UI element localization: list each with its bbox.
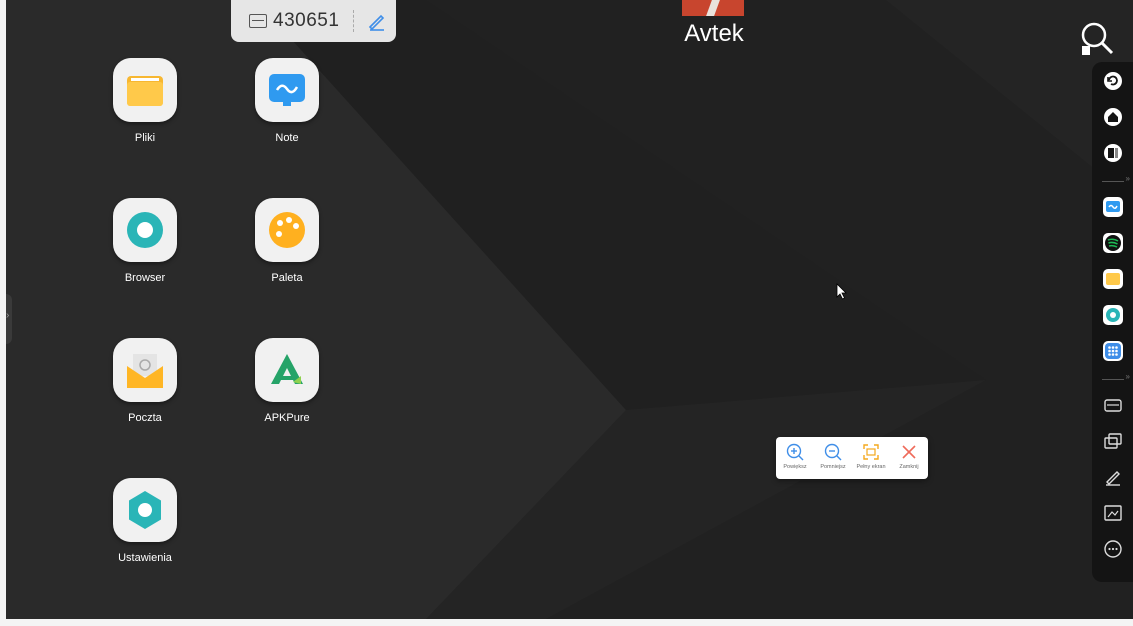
screenshot-icon: [1104, 505, 1122, 521]
home-icon: [1104, 108, 1122, 126]
app-browser[interactable]: Browser: [90, 198, 200, 284]
browser-icon: [113, 198, 177, 262]
app-poczta[interactable]: Poczta: [90, 338, 200, 424]
dock-files-app[interactable]: [1100, 266, 1126, 292]
apkpure-icon: [255, 338, 319, 402]
dock-pen-button[interactable]: [1100, 464, 1126, 490]
id-card-icon: [1104, 399, 1122, 412]
note-app-icon: [1103, 197, 1123, 217]
dock-browser-app[interactable]: [1100, 302, 1126, 328]
app-label: Pliki: [134, 132, 156, 144]
screen-share-icon: [1104, 433, 1122, 449]
divider: [353, 10, 355, 32]
app-label: Browser: [124, 272, 166, 284]
dock-note-app[interactable]: [1100, 194, 1126, 220]
brand-logo: [682, 0, 744, 16]
recent-apps-button[interactable]: [1100, 140, 1126, 166]
side-dock: [1092, 62, 1133, 582]
more-icon: [1104, 540, 1122, 558]
desktop-screen: 430651 Avtek Pliki Note Browser Paleta: [6, 0, 1133, 619]
room-code-pill: 430651: [231, 0, 396, 42]
fullscreen-icon: [863, 444, 879, 460]
palette-icon: [255, 198, 319, 262]
app-label: Poczta: [128, 412, 162, 424]
fullscreen-button[interactable]: Pełny ekran: [852, 437, 890, 479]
close-icon: [902, 445, 916, 459]
settings-icon: [113, 478, 177, 542]
app-ustawienia[interactable]: Ustawienia: [90, 478, 200, 564]
brand-name: Avtek: [684, 20, 744, 47]
app-paleta[interactable]: Paleta: [232, 198, 342, 284]
edit-icon[interactable]: [366, 10, 388, 32]
dock-screen-share-button[interactable]: [1100, 428, 1126, 454]
app-apkpure[interactable]: APKPure: [232, 338, 342, 424]
close-button[interactable]: Zamknij: [890, 437, 928, 479]
dock-spotify-app[interactable]: [1100, 230, 1126, 256]
zoom-in-icon: [786, 443, 804, 461]
app-pliki[interactable]: Pliki: [90, 58, 200, 144]
app-label: Ustawienia: [118, 552, 172, 564]
app-label: Paleta: [271, 272, 303, 284]
close-label: Zamknij: [899, 464, 919, 470]
mail-icon: [113, 338, 177, 402]
app-label: APKPure: [264, 412, 310, 424]
dock-id-button[interactable]: [1100, 392, 1126, 418]
app-note[interactable]: Note: [232, 58, 342, 144]
back-icon: [1104, 72, 1122, 90]
pen-icon: [1106, 471, 1120, 486]
all-apps-icon: [1103, 341, 1123, 361]
spotify-icon: [1103, 233, 1123, 253]
back-button[interactable]: [1100, 68, 1126, 94]
magnifier-icon[interactable]: [1078, 20, 1118, 60]
left-drawer-handle[interactable]: [6, 294, 12, 344]
zoom-out-icon: [824, 443, 842, 461]
home-button[interactable]: [1100, 104, 1126, 130]
dock-more-button[interactable]: [1100, 536, 1126, 562]
dock-separator: [1102, 372, 1130, 381]
zoom-in-label: Powiększ: [783, 464, 807, 470]
zoom-in-button[interactable]: Powiększ: [776, 437, 814, 479]
folder-icon: [113, 58, 177, 122]
browser-app-icon: [1103, 305, 1123, 325]
dock-all-apps[interactable]: [1100, 338, 1126, 364]
room-code: 430651: [273, 10, 340, 31]
whiteboard-icon: [255, 58, 319, 122]
id-card-icon: [249, 14, 267, 28]
dock-screenshot-button[interactable]: [1100, 500, 1126, 526]
dock-separator: [1102, 174, 1130, 183]
app-label: Note: [275, 132, 299, 144]
zoom-out-button[interactable]: Pomniejsz: [814, 437, 852, 479]
zoom-toolbar: Powiększ Pomniejsz Pełny ekran Zamknij: [776, 437, 928, 479]
fullscreen-label: Pełny ekran: [856, 464, 886, 470]
zoom-out-label: Pomniejsz: [820, 464, 846, 470]
mouse-cursor-icon: [836, 283, 847, 300]
recent-apps-icon: [1104, 144, 1122, 162]
files-app-icon: [1103, 269, 1123, 289]
